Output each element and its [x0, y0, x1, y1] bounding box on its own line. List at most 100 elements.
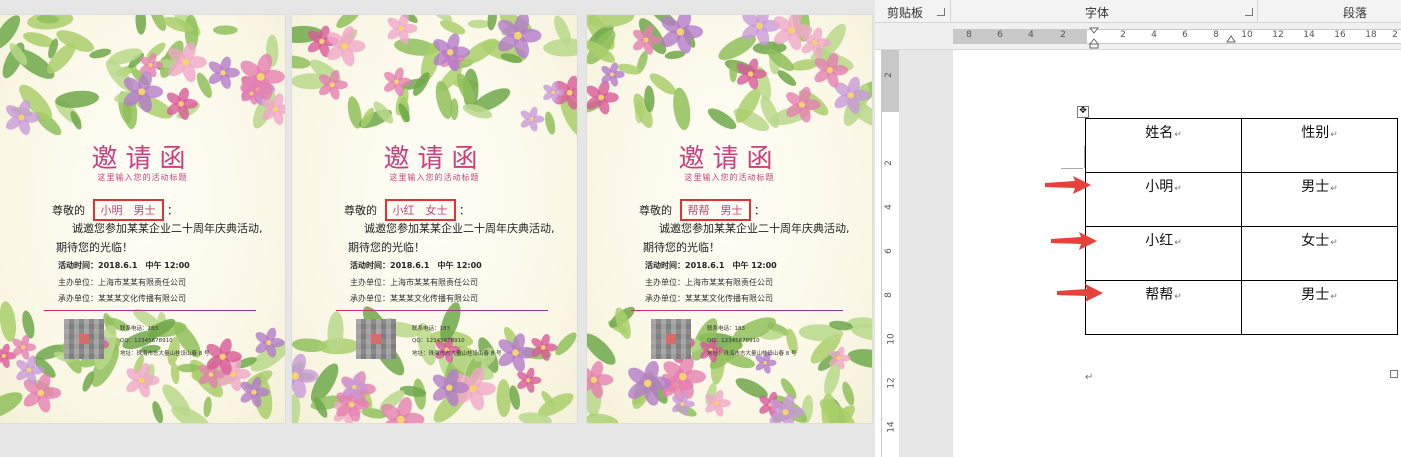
- ruler-number: 2: [883, 160, 894, 166]
- card-greeting: 尊敬的 小明 男士 ：: [52, 199, 178, 221]
- table-cell[interactable]: 姓名↵: [1085, 118, 1242, 173]
- contact-phone: 联系电话：183: [120, 326, 158, 332]
- greeting-end: ：: [754, 204, 765, 217]
- body-line-1: 诚邀您参加某某企业二十周年庆典活动,: [364, 222, 555, 235]
- contact-address: 地址：珠海市志大量山桂设山春 8 号: [707, 351, 797, 357]
- card-title: 邀请函: [91, 144, 194, 174]
- guest-gender: 女士: [425, 204, 448, 217]
- font-dialog-launcher-icon[interactable]: [1245, 8, 1253, 16]
- ruler-number: 6: [1182, 30, 1188, 40]
- card-subtitle: 这里输入您的活动标题: [97, 173, 188, 182]
- body-line-1: 诚邀您参加某某企业二十周年庆典活动,: [72, 222, 263, 235]
- card-greeting: 尊敬的 帮帮 男士 ：: [639, 199, 765, 221]
- vertical-ruler[interactable]: 2 2 4 6 8 10 12 14: [881, 50, 900, 457]
- ruler-number: 18: [1365, 30, 1377, 40]
- contact-phone: 联系电话：183: [707, 326, 745, 332]
- ruler-number: 8: [966, 30, 972, 40]
- ruler-number: 2: [1060, 30, 1066, 40]
- body-line-1: 诚邀您参加某某企业二十周年庆典活动,: [659, 222, 850, 235]
- event-organizer: 承办单位：某某某文化传播有限公司: [350, 294, 478, 303]
- card-subtitle: 这里输入您的活动标题: [389, 173, 480, 182]
- ruler-number: 2: [1120, 30, 1126, 40]
- right-indent-marker-icon[interactable]: [1225, 33, 1237, 45]
- divider-line: [631, 310, 843, 311]
- contact-qq: QQ：12345678910: [412, 338, 465, 344]
- ruler-number: 6: [883, 248, 894, 254]
- event-host: 主办单位：上海市某某有限责任公司: [645, 278, 773, 287]
- clipboard-dialog-launcher-icon[interactable]: [937, 8, 945, 16]
- horizontal-ruler[interactable]: 8 6 4 2 2 4 6 8 10 12 14 16 18 2: [875, 23, 1401, 50]
- red-arrow-icon: [1057, 284, 1103, 302]
- event-time: 活动时间：2018.6.1 中午 12:00: [645, 261, 777, 270]
- guest-name: 小明: [100, 204, 123, 217]
- invitation-card-1: 邀请函 这里输入您的活动标题 尊敬的 小明 男士 ： 诚邀您参加某某企业二十周年…: [0, 15, 285, 423]
- red-arrow-icon: [1045, 176, 1091, 194]
- divider-line: [44, 310, 256, 311]
- event-host: 主办单位：上海市某某有限责任公司: [350, 278, 478, 287]
- invitation-previews: 邀请函 这里输入您的活动标题 尊敬的 小明 男士 ： 诚邀您参加某某企业二十周年…: [0, 0, 875, 457]
- qr-code-image: [356, 319, 396, 359]
- ruler-number: 4: [1151, 30, 1157, 40]
- ruler-margin: [953, 30, 1087, 43]
- document-page[interactable]: ✥ 姓名↵ 性别↵ 小明↵ 男士↵ 小红↵ 女士↵ 帮帮↵ 男士↵ ↵: [953, 50, 1401, 457]
- merge-field-highlight: 小红 女士: [384, 199, 456, 221]
- table-row: 帮帮↵ 男士↵: [1085, 280, 1398, 335]
- merge-field-highlight: 帮帮 男士: [679, 199, 751, 221]
- ruler-number: 4: [1028, 30, 1034, 40]
- body-line-2: 期待您的光临！: [56, 241, 133, 254]
- card-greeting: 尊敬的 小红 女士 ：: [344, 199, 470, 221]
- card-title: 邀请函: [678, 144, 781, 174]
- card-title: 邀请函: [383, 144, 486, 174]
- contact-qq: QQ：12345678910: [707, 338, 760, 344]
- ribbon-group-labels: 剪贴板 字体 段落: [875, 0, 1401, 23]
- merge-field-highlight: 小明 男士: [92, 199, 164, 221]
- table-cell[interactable]: 小明↵: [1085, 172, 1242, 227]
- table-cell[interactable]: 女士↵: [1241, 226, 1398, 281]
- ribbon-group-font[interactable]: 字体: [1085, 4, 1109, 21]
- ribbon-group-clipboard[interactable]: 剪贴板: [887, 4, 923, 21]
- qr-code-image: [651, 319, 691, 359]
- page-gutter: [899, 50, 953, 457]
- table-row: 小红↵ 女士↵: [1085, 226, 1398, 281]
- table-cell[interactable]: 性别↵: [1241, 118, 1398, 173]
- paragraph-mark-icon: ↵: [1085, 372, 1094, 383]
- event-organizer: 承办单位：某某某文化传播有限公司: [645, 294, 773, 303]
- table-move-handle-icon[interactable]: ✥: [1077, 106, 1089, 118]
- guest-gender: 男士: [133, 204, 156, 217]
- ribbon-separator: [950, 0, 951, 22]
- red-arrow-icon: [1051, 232, 1097, 250]
- table-header-row: 姓名↵ 性别↵: [1085, 118, 1398, 173]
- contact-address: 地址：珠海市志大量山桂设山春 8 号: [120, 351, 210, 357]
- ruler-number: 4: [883, 204, 894, 210]
- qr-code-image: [64, 319, 104, 359]
- body-line-2: 期待您的光临！: [348, 241, 425, 254]
- ruler-number: 12: [886, 377, 897, 389]
- word-document-window: 剪贴板 字体 段落 L 8 6 4 2 2 4 6 8 10 12 14 16 …: [875, 0, 1401, 457]
- table-cell[interactable]: 帮帮↵: [1085, 280, 1242, 335]
- event-time: 活动时间：2018.6.1 中午 12:00: [58, 261, 190, 270]
- invitation-card-2: 邀请函 这里输入您的活动标题 尊敬的 小红 女士 ： 诚邀您参加某某企业二十周年…: [292, 15, 577, 423]
- body-line-2: 期待您的光临！: [643, 241, 720, 254]
- ruler-number: 2: [883, 72, 894, 78]
- ruler-number: 14: [886, 421, 897, 433]
- contact-address: 地址：珠海市志大量山桂设山春 8 号: [412, 351, 502, 357]
- greeting-text: 尊敬的: [344, 204, 377, 217]
- ruler-number: 10: [1241, 30, 1253, 40]
- greeting-text: 尊敬的: [639, 204, 672, 217]
- table-cell[interactable]: 小红↵: [1085, 226, 1242, 281]
- invitation-card-3: 邀请函 这里输入您的活动标题 尊敬的 帮帮 男士 ： 诚邀您参加某某企业二十周年…: [587, 15, 872, 423]
- contact-phone: 联系电话：183: [412, 326, 450, 332]
- indent-marker-icon[interactable]: [1088, 27, 1100, 49]
- table-cell[interactable]: 男士↵: [1241, 172, 1398, 227]
- greeting-end: ：: [167, 204, 178, 217]
- event-host: 主办单位：上海市某某有限责任公司: [58, 278, 186, 287]
- guest-name: 帮帮: [687, 204, 710, 217]
- crop-mark: [1061, 168, 1083, 169]
- ruler-number: 6: [997, 30, 1003, 40]
- ribbon-separator: [1257, 0, 1258, 22]
- ribbon-group-paragraph[interactable]: 段落: [1343, 4, 1367, 21]
- table-cell[interactable]: 男士↵: [1241, 280, 1398, 335]
- table-resize-handle[interactable]: [1390, 370, 1398, 378]
- ruler-number: 10: [886, 333, 897, 345]
- data-source-table[interactable]: 姓名↵ 性别↵ 小明↵ 男士↵ 小红↵ 女士↵ 帮帮↵ 男士↵: [1085, 118, 1398, 335]
